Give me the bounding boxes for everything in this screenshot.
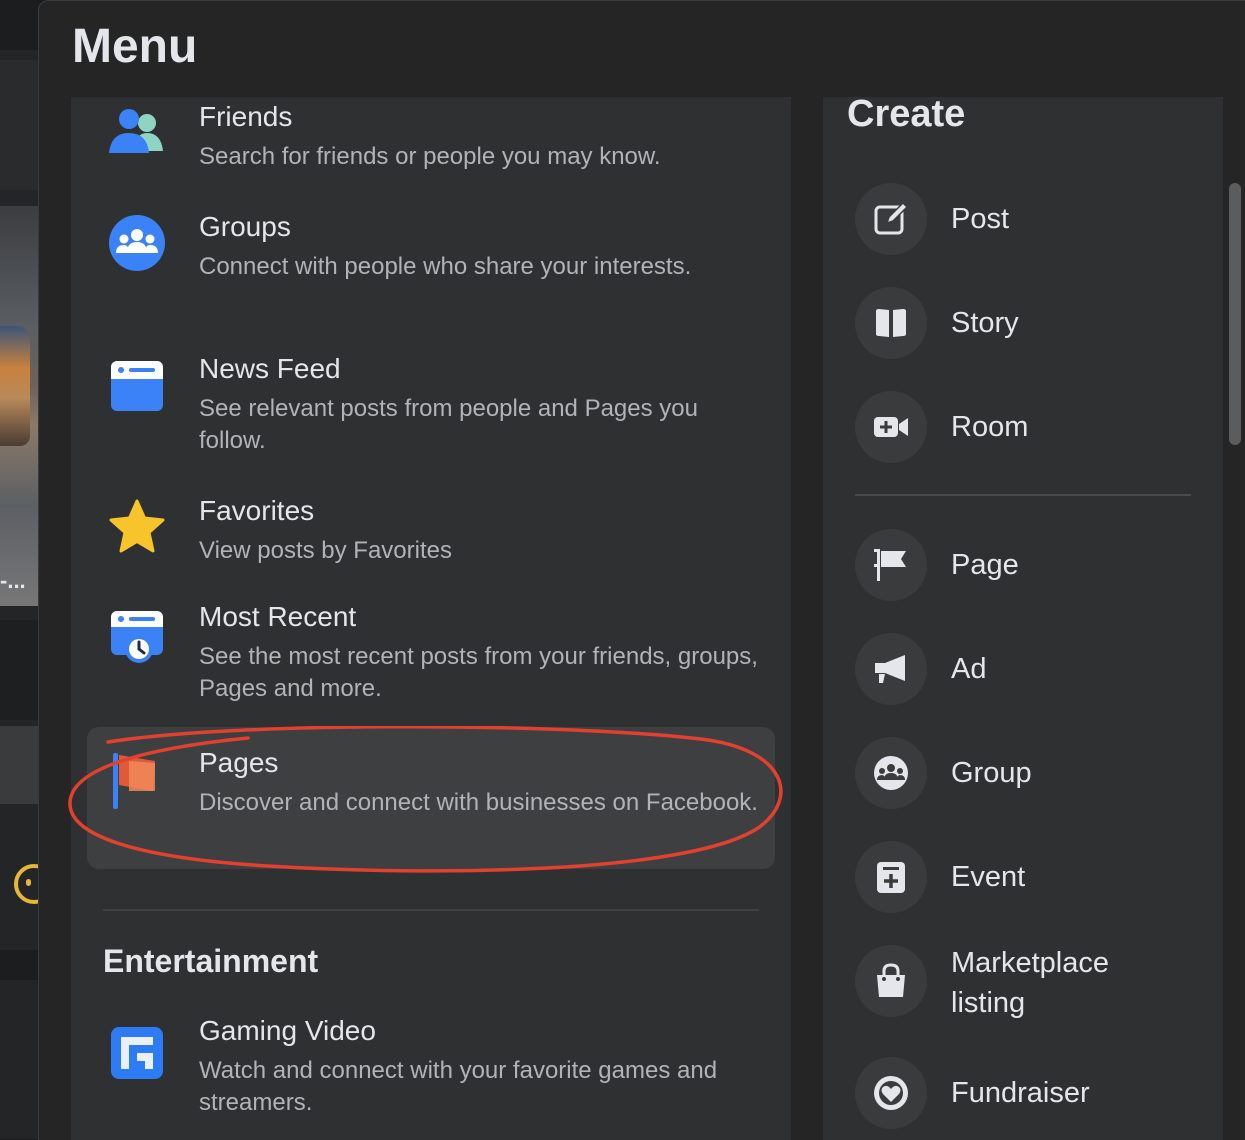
background-photo-subject — [0, 326, 30, 446]
flag-icon — [855, 529, 927, 601]
group-icon — [855, 737, 927, 809]
menu-item-title: News Feed — [199, 353, 341, 384]
menu-item-friends[interactable]: Friends Search for friends or people you… — [87, 97, 775, 187]
create-item-label: Post — [951, 203, 1010, 235]
background-card — [0, 60, 40, 190]
create-item-label: Room — [951, 411, 1029, 443]
megaphone-icon — [855, 633, 927, 705]
menu-panel: Menu Friends Search for friends or peopl… — [38, 0, 1245, 1140]
create-title: Create — [847, 93, 966, 135]
create-item-label: Fundraiser — [951, 1077, 1090, 1109]
create-item-label: Marketplace listing — [951, 947, 1109, 1019]
most-recent-icon — [107, 607, 167, 667]
shopping-bag-icon — [855, 945, 927, 1017]
video-plus-icon — [855, 391, 927, 463]
create-page-button[interactable]: Page — [855, 529, 1195, 601]
create-item-label: Story — [951, 307, 1019, 339]
create-fundraiser-button[interactable]: Fundraiser — [855, 1057, 1195, 1129]
menu-item-description: View posts by Favorites — [199, 537, 452, 564]
background-bar — [0, 0, 40, 50]
create-item-label: Group — [951, 757, 1032, 789]
menu-item-title: Gaming Video — [199, 1015, 376, 1046]
star-icon — [107, 497, 167, 557]
book-icon — [855, 287, 927, 359]
create-story-button[interactable]: Story — [855, 287, 1195, 359]
create-post-button[interactable]: Post — [855, 183, 1195, 255]
news-feed-icon — [107, 355, 167, 415]
create-divider — [855, 494, 1191, 496]
create-item-label: Ad — [951, 653, 987, 685]
menu-shortcuts-column: Friends Search for friends or people you… — [71, 97, 791, 1140]
menu-item-gaming-video[interactable]: Gaming Video Watch and connect with your… — [87, 1015, 775, 1125]
menu-item-description: Watch and connect with your favorite gam… — [199, 1057, 718, 1116]
create-group-button[interactable]: Group — [855, 737, 1195, 809]
friends-icon — [107, 103, 167, 163]
menu-item-description: Connect with people who share your inter… — [199, 253, 692, 280]
create-column: Create Post Story Room Page Ad Group Eve… — [823, 93, 1223, 1140]
background-truncated-text: -... — [0, 568, 26, 593]
menu-item-title: Favorites — [199, 495, 315, 526]
menu-title: Menu — [72, 20, 198, 73]
menu-item-favorites[interactable]: Favorites View posts by Favorites — [87, 489, 775, 579]
section-divider — [103, 909, 759, 911]
menu-scrollbar[interactable] — [1229, 183, 1241, 445]
calendar-plus-icon — [855, 841, 927, 913]
background-card — [0, 726, 40, 804]
create-item-label: Page — [951, 549, 1019, 581]
menu-item-description: See the most recent posts from your frie… — [199, 643, 758, 702]
entertainment-section-title: Entertainment — [103, 943, 319, 979]
menu-item-description: Search for friends or people you may kno… — [199, 143, 661, 170]
create-item-label: Event — [951, 861, 1026, 893]
background-bar — [0, 950, 40, 980]
annotation-ellipse — [68, 726, 783, 873]
menu-item-title: Friends — [199, 101, 293, 132]
gaming-video-icon — [107, 1023, 167, 1083]
groups-icon — [107, 213, 167, 273]
edit-icon — [855, 183, 927, 255]
menu-item-most-recent[interactable]: Most Recent See the most recent posts fr… — [87, 599, 775, 719]
background-photo: -... — [0, 206, 38, 606]
menu-item-groups[interactable]: Groups Connect with people who share you… — [87, 205, 775, 325]
heart-coin-icon — [855, 1057, 927, 1129]
menu-item-title: Most Recent — [199, 601, 357, 632]
create-ad-button[interactable]: Ad — [855, 633, 1195, 705]
background-card — [0, 620, 40, 720]
create-event-button[interactable]: Event — [855, 841, 1195, 913]
create-marketplace-listing-button[interactable]: Marketplace listing — [855, 945, 1195, 1029]
menu-item-description: See relevant posts from people and Pages… — [199, 395, 698, 454]
menu-item-news-feed[interactable]: News Feed See relevant posts from people… — [87, 347, 775, 467]
menu-item-title: Groups — [199, 211, 291, 242]
create-room-button[interactable]: Room — [855, 391, 1195, 463]
